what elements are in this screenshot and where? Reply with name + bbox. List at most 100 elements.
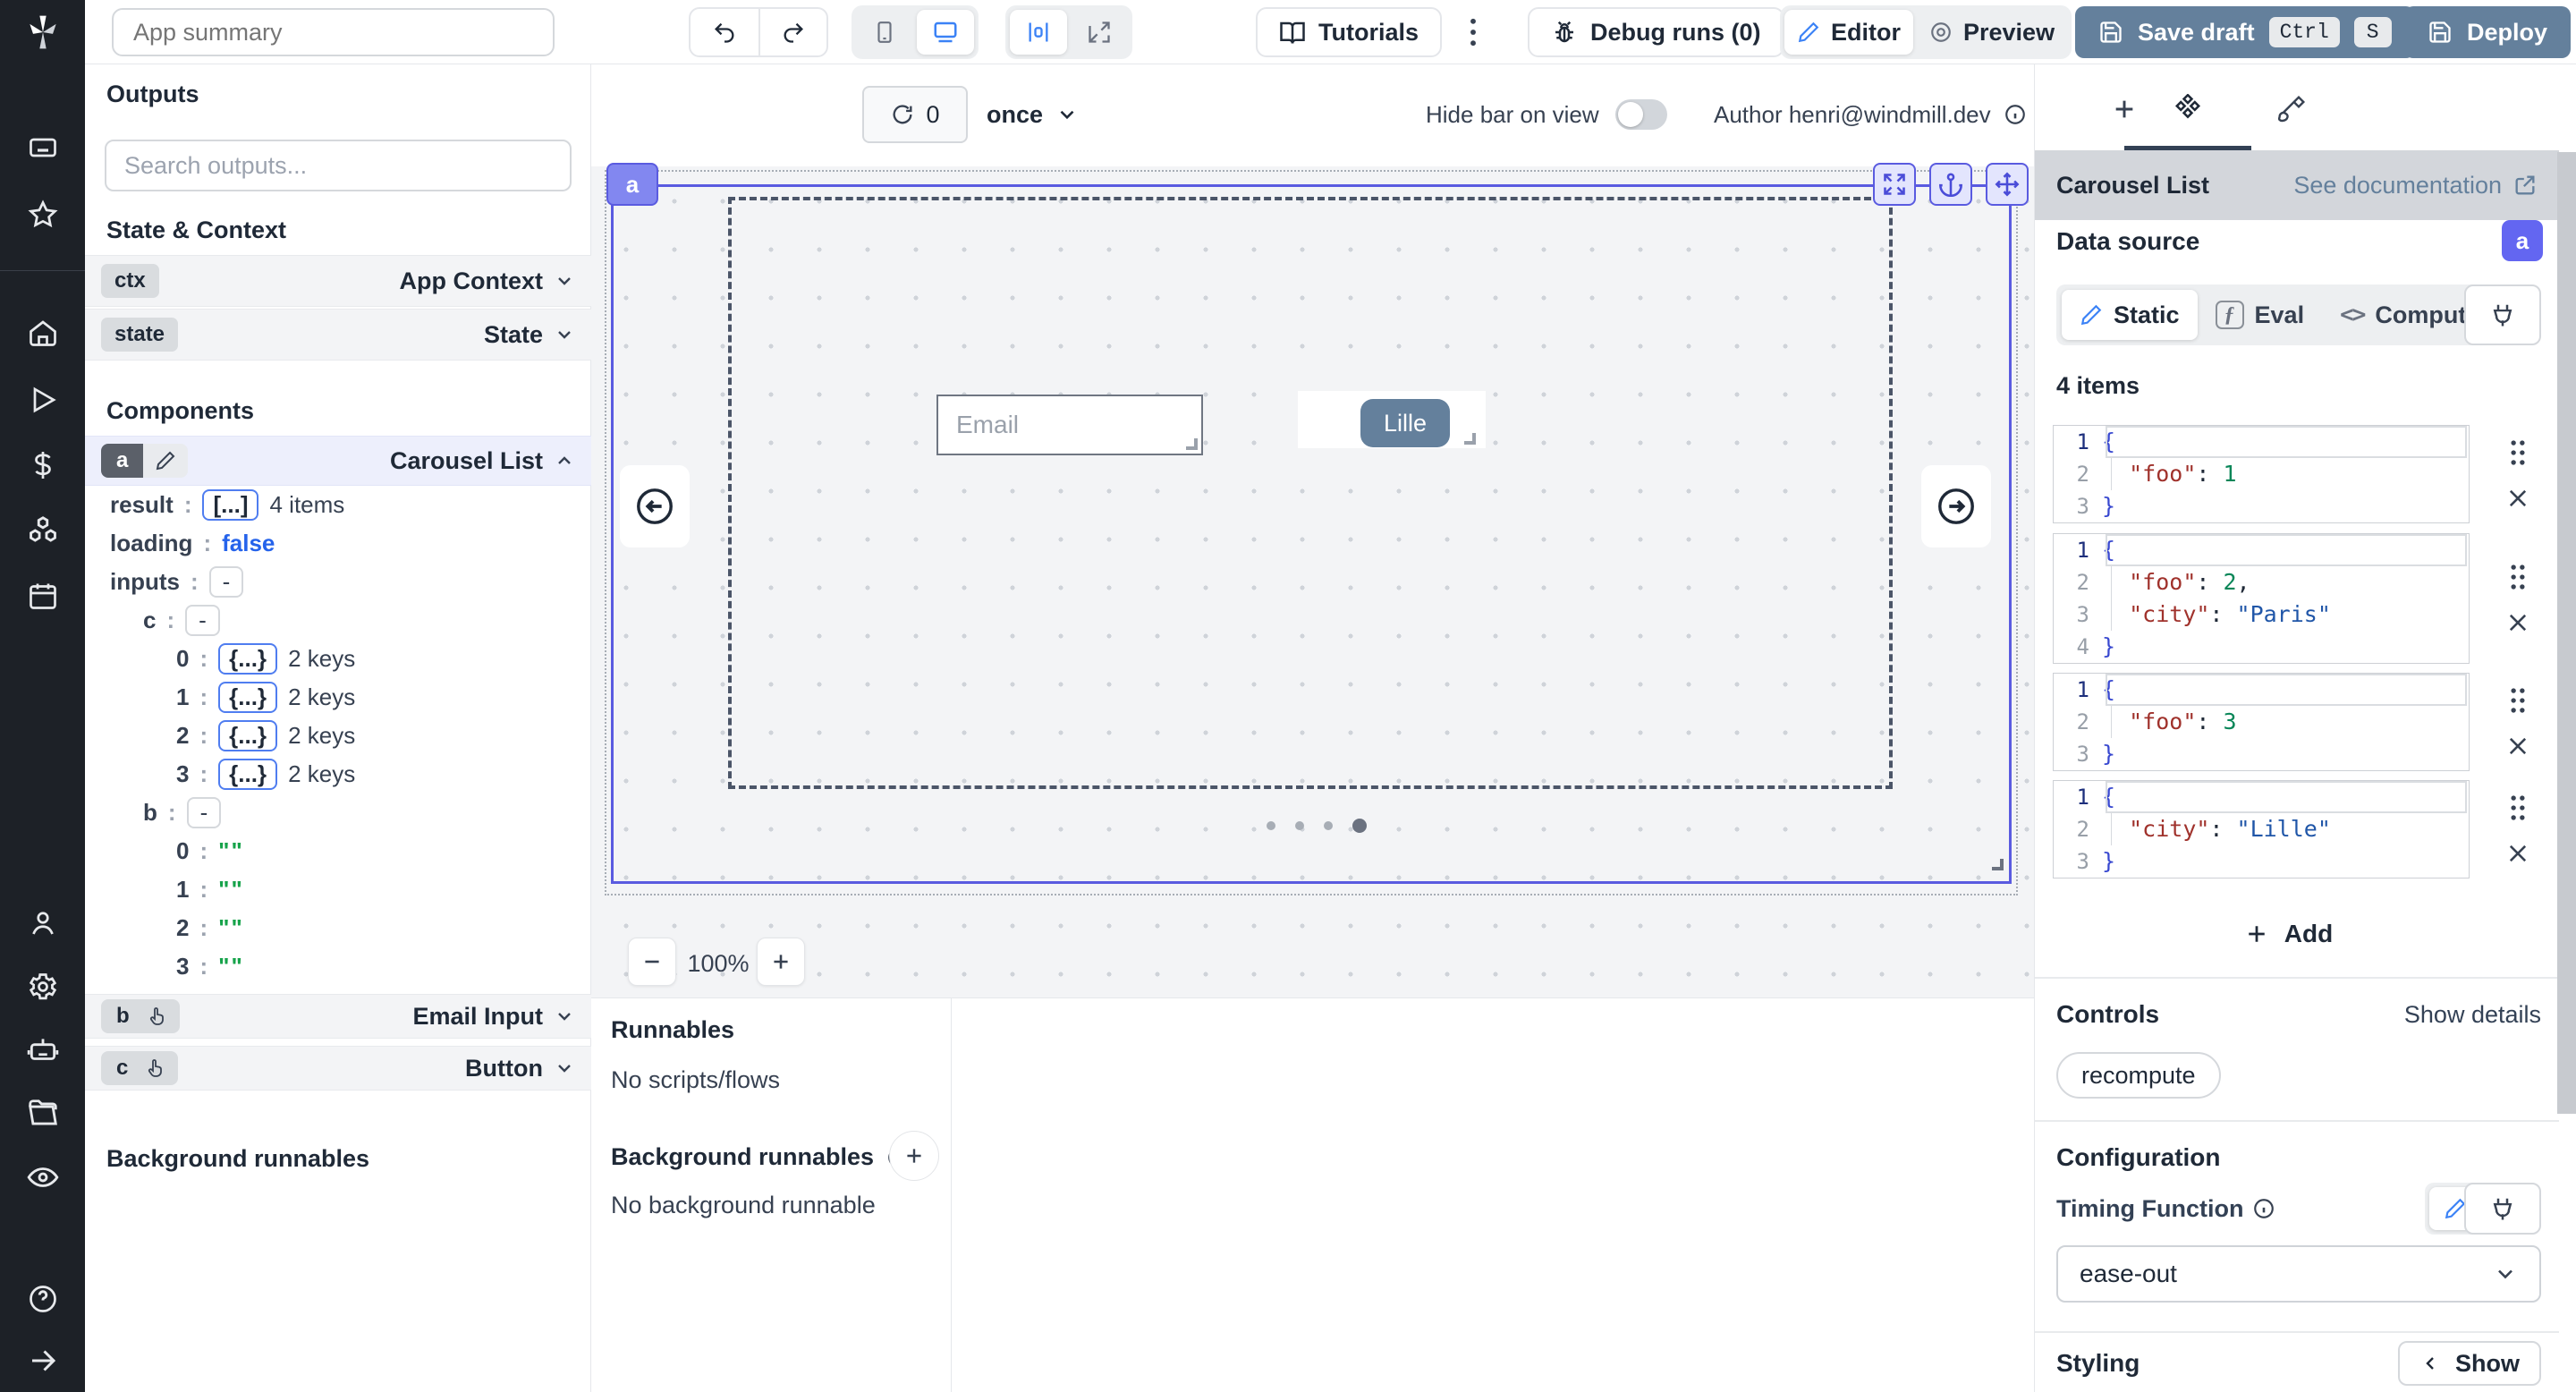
tree-row-result[interactable]: result:[...]4 items — [85, 486, 591, 524]
preview-tab[interactable]: Preview — [1917, 10, 2067, 55]
item-drag-handle[interactable] — [2506, 793, 2529, 823]
insert-component-tab[interactable] — [2099, 84, 2149, 134]
tree-row-2[interactable]: 2:{...}2 keys — [85, 717, 591, 755]
carousel-dot-2[interactable] — [1295, 821, 1304, 830]
app-summary-input[interactable] — [112, 8, 555, 56]
timing-function-select[interactable]: ease-out — [2056, 1245, 2541, 1303]
component-resize-handle[interactable] — [1992, 859, 2004, 870]
item-delete-button[interactable] — [2505, 734, 2530, 759]
tree-row-0[interactable]: 0:"" — [85, 832, 591, 870]
state-row[interactable]: state State — [85, 309, 591, 361]
item-json-editor-1[interactable]: 1{2 "foo": 13} — [2053, 425, 2470, 523]
tree-row-loading[interactable]: loading:false — [85, 524, 591, 563]
component-a-output-tree[interactable]: result:[...]4 itemsloading:falseinputs:-… — [85, 486, 591, 986]
refresh-count-button[interactable]: 0 — [862, 86, 968, 143]
editor-tab[interactable]: Editor — [1784, 10, 1913, 55]
carousel-prev-button[interactable] — [620, 465, 690, 547]
search-outputs-input[interactable] — [105, 140, 572, 191]
tree-row-b[interactable]: b:- — [85, 794, 591, 832]
carousel-dot-4-active[interactable] — [1352, 819, 1367, 833]
sidebar-item-apps[interactable] — [27, 132, 59, 164]
mode-eval-button[interactable]: ƒ Eval — [2198, 290, 2323, 340]
scrollbar-thumb[interactable] — [2557, 152, 2576, 1114]
tree-row-1[interactable]: 1:{...}2 keys — [85, 678, 591, 717]
collapsed-node-chip[interactable]: {...} — [218, 643, 277, 675]
connect-data-source-button[interactable] — [2464, 284, 2541, 345]
component-b-row[interactable]: b Email Input — [85, 994, 591, 1039]
sidebar-item-workers[interactable] — [27, 907, 59, 939]
resize-handle[interactable] — [1186, 438, 1198, 450]
show-styling-button[interactable]: Show — [2398, 1341, 2541, 1386]
styling-tab[interactable] — [2267, 84, 2317, 134]
center-align-button[interactable] — [1010, 10, 1067, 55]
tree-row-0[interactable]: 0:{...}2 keys — [85, 640, 591, 678]
sidebar-item-variables[interactable] — [27, 449, 59, 481]
tree-row-1[interactable]: 1:"" — [85, 870, 591, 909]
zoom-out-button[interactable] — [628, 938, 676, 986]
rename-component-button[interactable] — [143, 444, 188, 478]
fullscreen-button[interactable] — [1071, 10, 1128, 55]
empty-node-chip[interactable]: - — [187, 797, 222, 828]
undo-button[interactable] — [691, 9, 758, 55]
sidebar-item-favorites[interactable] — [27, 199, 59, 231]
add-background-runnable-button[interactable] — [889, 1131, 939, 1181]
item-json-editor-2[interactable]: 1{2 "foo": 2,3 "city": "Paris"4} — [2053, 533, 2470, 664]
lille-button-component[interactable]: Lille — [1360, 399, 1450, 447]
redo-button[interactable] — [758, 9, 826, 55]
refresh-mode-dropdown[interactable]: once — [987, 86, 1079, 143]
tree-row-inputs[interactable]: inputs:- — [85, 563, 591, 601]
carousel-dot-3[interactable] — [1324, 821, 1333, 830]
settings-tab-active[interactable] — [2163, 84, 2213, 134]
add-item-button[interactable]: Add — [2035, 914, 2541, 954]
sidebar-item-schedules[interactable] — [27, 580, 59, 612]
move-component-button[interactable] — [1986, 163, 2029, 206]
recompute-button[interactable]: recompute — [2056, 1052, 2221, 1099]
save-draft-button[interactable]: Save draft Ctrl S — [2075, 6, 2415, 58]
carousel-next-button[interactable] — [1921, 465, 1991, 547]
anchor-component-button[interactable] — [1929, 163, 1972, 206]
item-delete-button[interactable] — [2505, 486, 2530, 511]
show-details-link[interactable]: Show details — [2404, 1001, 2541, 1029]
desktop-view-button[interactable] — [917, 10, 974, 55]
see-documentation-link[interactable]: See documentation — [2293, 172, 2538, 199]
sidebar-item-audit[interactable] — [26, 1160, 60, 1194]
sidebar-item-ai[interactable] — [26, 1033, 60, 1067]
sidebar-item-help[interactable] — [27, 1283, 59, 1315]
sidebar-item-folders[interactable] — [26, 1097, 60, 1131]
more-menu-button[interactable] — [1460, 13, 1487, 52]
item-delete-button[interactable] — [2505, 610, 2530, 635]
resize-handle[interactable] — [1464, 433, 1476, 445]
collapsed-node-chip[interactable]: {...} — [218, 682, 277, 713]
tree-row-3[interactable]: 3:"" — [85, 947, 591, 986]
sidebar-item-resources[interactable] — [26, 514, 60, 547]
item-delete-button[interactable] — [2505, 841, 2530, 866]
expand-component-button[interactable] — [1873, 163, 1916, 206]
component-a-row[interactable]: a Carousel List — [85, 436, 591, 486]
item-json-editor-4[interactable]: 1{2 "city": "Lille"3} — [2053, 780, 2470, 878]
tree-row-c[interactable]: c:- — [85, 601, 591, 640]
windmill-logo[interactable] — [23, 13, 63, 52]
mobile-view-button[interactable] — [856, 10, 913, 55]
sidebar-item-home[interactable] — [27, 317, 59, 349]
item-drag-handle[interactable] — [2506, 437, 2529, 468]
collapsed-node-chip[interactable]: {...} — [218, 720, 277, 751]
mode-static-button[interactable]: Static — [2062, 290, 2198, 340]
sidebar-expand-button[interactable] — [27, 1345, 59, 1377]
tree-row-2[interactable]: 2:"" — [85, 909, 591, 947]
component-c-row[interactable]: c Button — [85, 1046, 591, 1091]
empty-node-chip[interactable]: - — [209, 566, 244, 598]
item-json-editor-3[interactable]: 1{2 "foo": 33} — [2053, 673, 2470, 771]
collapsed-node-chip[interactable]: [...] — [202, 489, 258, 521]
email-input-component[interactable]: Email — [936, 395, 1203, 455]
collapsed-node-chip[interactable]: {...} — [218, 759, 277, 790]
item-drag-handle[interactable] — [2506, 562, 2529, 592]
ctx-row[interactable]: ctx App Context — [85, 255, 591, 307]
deploy-button[interactable]: Deploy — [2404, 6, 2571, 58]
connect-timing-button[interactable] — [2464, 1183, 2541, 1235]
debug-runs-button[interactable]: Debug runs (0) — [1528, 7, 1784, 57]
sidebar-item-runs[interactable] — [27, 384, 59, 416]
zoom-in-button[interactable] — [757, 938, 805, 986]
sidebar-item-settings[interactable] — [27, 971, 59, 1003]
item-drag-handle[interactable] — [2506, 685, 2529, 716]
hide-bar-toggle[interactable] — [1615, 99, 1667, 130]
